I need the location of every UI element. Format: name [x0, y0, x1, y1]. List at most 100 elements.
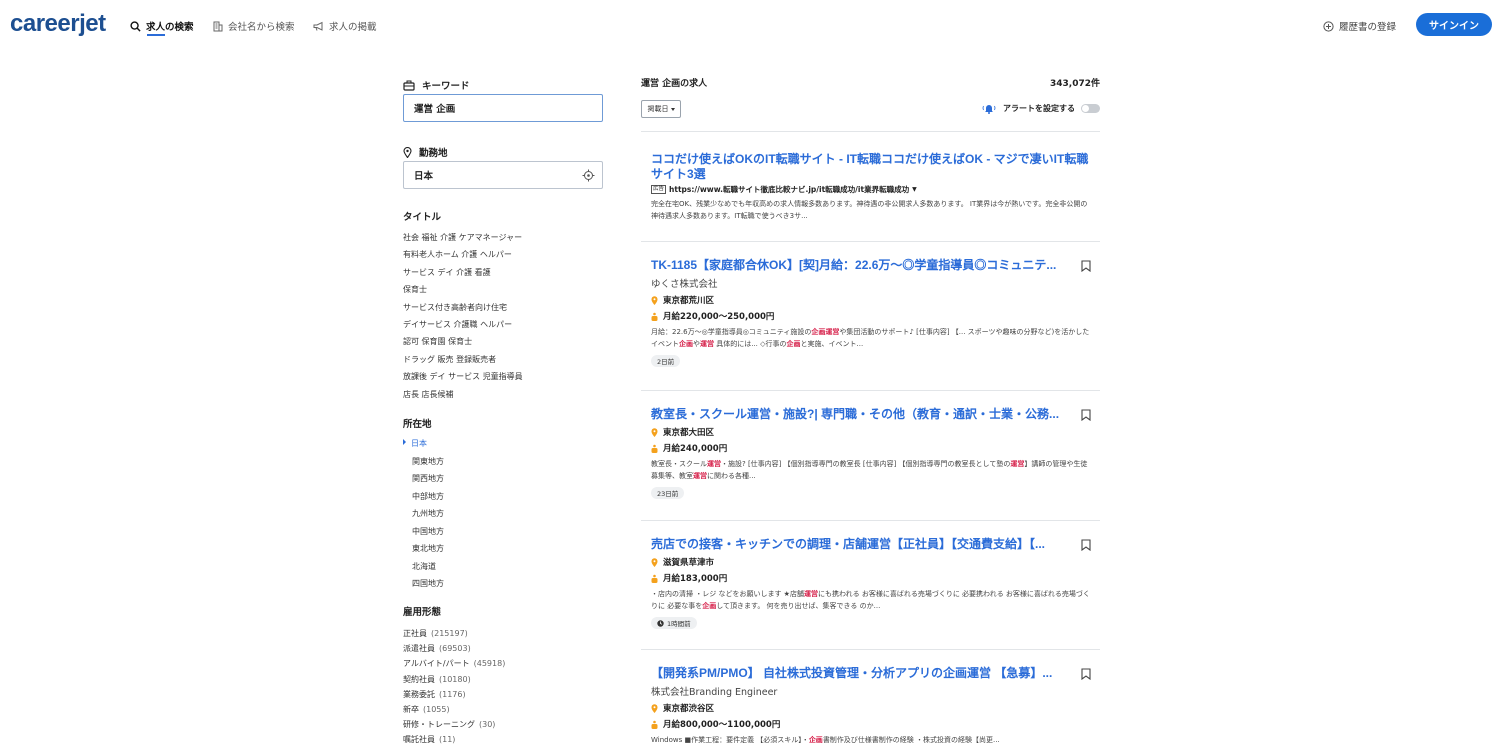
bookmark-icon[interactable] — [1081, 409, 1091, 421]
job-location-text: 東京都渋谷区 — [663, 704, 715, 714]
title-filter-item[interactable]: 認可 保育園 保育士 — [403, 336, 523, 353]
ad-card[interactable]: ココだけ使えばOKのIT転職サイト - IT転職ココだけ使えばOK - マジで凄… — [651, 152, 1091, 222]
money-bag-icon — [651, 312, 658, 321]
bookmark-icon[interactable] — [1081, 539, 1091, 551]
description-text: 教室長・スクール — [651, 460, 707, 468]
location-filter-item[interactable]: 中部地方 — [403, 491, 444, 509]
location-filter-current-label: 日本 — [411, 439, 427, 448]
employment-type-item[interactable]: 研修・トレーニング (30) — [403, 719, 505, 734]
job-location: 東京都大田区 — [651, 426, 1091, 438]
title-filter-item[interactable]: 保育士 — [403, 284, 523, 301]
ad-description: 完全在宅OK、残業少なめでも年収高めの求人情報多数あります。神待遇の非公開求人多… — [651, 200, 1088, 220]
nav-company-search[interactable]: 会社名から検索 — [213, 18, 295, 34]
location-pin-icon — [651, 703, 658, 713]
location-filter-item[interactable]: 北海道 — [403, 561, 444, 579]
location-label: 勤務地 — [403, 145, 448, 159]
title-filter-item[interactable]: サービス付き高齢者向け住宅 — [403, 302, 523, 319]
ad-url-row[interactable]: 広告 https://www.転職サイト徹底比較ナビ.jp/it転職成功/it業… — [651, 184, 1091, 195]
title-filter-heading: タイトル — [403, 212, 442, 223]
locate-me-icon[interactable] — [582, 169, 595, 182]
employment-type-item[interactable]: 正社員 (215197) — [403, 628, 505, 643]
location-input-value: 日本 — [414, 171, 434, 182]
bookmark-icon[interactable] — [1081, 260, 1091, 272]
location-filter-item[interactable]: 九州地方 — [403, 508, 444, 526]
employment-type-item[interactable]: 新卒 (1055) — [403, 704, 505, 719]
location-filter-heading: 所在地 — [403, 419, 432, 430]
resume-register-label: 履歴書の登録 — [1339, 22, 1397, 33]
job-location-text: 東京都大田区 — [663, 428, 715, 438]
location-filter-item[interactable]: 関西地方 — [403, 473, 444, 491]
bell-icon — [982, 105, 996, 114]
job-alert-toggle[interactable] — [1081, 104, 1100, 113]
employment-type-count: (1176) — [439, 689, 466, 699]
keyword-highlight: 運営 — [693, 472, 707, 480]
location-filter-item[interactable]: 中国地方 — [403, 526, 444, 544]
nav-job-search-label: 求人の検索 — [146, 22, 194, 33]
company-name: ゆくさ株式会社 — [651, 279, 718, 290]
job-card[interactable]: 売店での接客・キッチンでの調理・店舗運営【正社員】【交通費支給】【... 滋賀県… — [651, 537, 1091, 630]
location-filter-item[interactable]: 東北地方 — [403, 543, 444, 561]
megaphone-icon — [313, 21, 323, 31]
description-text: 具体的には... ◇行事の — [714, 340, 787, 348]
title-filter-item[interactable]: サービス デイ 介護 看護 — [403, 267, 523, 284]
location-input[interactable]: 日本 — [403, 161, 603, 189]
job-salary: 月給220,000～250,000円 — [651, 310, 1091, 322]
employment-type-item[interactable]: 嘱託社員 (11) — [403, 734, 505, 749]
keyword-highlight: 企画 — [786, 340, 801, 348]
location-pin-icon — [651, 557, 658, 567]
title-filter-list: 社会 福祉 介護 ケアマネージャー 有料老人ホーム 介護 ヘルパー サービス デ… — [403, 232, 523, 406]
title-filter-item[interactable]: 店長 店長候補 — [403, 389, 523, 406]
signin-button[interactable]: サインイン — [1416, 13, 1492, 36]
job-salary-text: 月給183,000円 — [663, 574, 728, 584]
location-pin-icon — [403, 146, 412, 158]
sort-dropdown-label: 掲載日 — [647, 105, 669, 113]
careerjet-logo[interactable]: careerjet — [10, 10, 106, 38]
keyword-highlight: 運営 — [700, 340, 714, 348]
bookmark-icon[interactable] — [1081, 668, 1091, 680]
title-filter-item[interactable]: 放課後 デイ サービス 児童指導員 — [403, 371, 523, 388]
employment-type-item[interactable]: アルバイト/パート (45918) — [403, 658, 505, 673]
job-title[interactable]: 教室長・スクール運営・施設?| 専門職・その他（教育・通訳・士業・公務... — [651, 407, 1061, 422]
job-location-text: 東京都荒川区 — [663, 296, 715, 306]
divider — [641, 241, 1100, 242]
job-card[interactable]: TK-1185【家庭都合休OK】[契]月給：22.6万～◎学童指導員◎コミュニテ… — [651, 258, 1091, 367]
title-filter-item[interactable]: デイサービス 介護職 ヘルパー — [403, 319, 523, 336]
title-filter-item[interactable]: 社会 福祉 介護 ケアマネージャー — [403, 232, 523, 249]
employment-type-label: 業務委託 — [403, 689, 435, 699]
divider — [641, 131, 1100, 132]
job-salary-text: 月給240,000円 — [663, 444, 728, 454]
location-filter-current[interactable]: 日本 — [403, 438, 444, 456]
employment-type-count: (1055) — [423, 704, 450, 714]
location-filter-item[interactable]: 関東地方 — [403, 456, 444, 474]
job-card[interactable]: 教室長・スクール運営・施設?| 専門職・その他（教育・通訳・士業・公務... 東… — [651, 407, 1091, 499]
keyword-highlight: 運営 — [1010, 460, 1025, 468]
employment-type-count: (215197) — [431, 629, 468, 638]
resume-register-link[interactable]: 履歴書の登録 — [1323, 18, 1396, 34]
posted-age-badge: 1時間前 — [651, 617, 697, 629]
employment-type-item[interactable]: 業務委託 (1176) — [403, 689, 505, 704]
ad-url: https://www.転職サイト徹底比較ナビ.jp/it転職成功/it業界転職… — [669, 185, 910, 194]
ad-title[interactable]: ココだけ使えばOKのIT転職サイト - IT転職ココだけ使えばOK - マジで凄… — [651, 152, 1091, 182]
job-alert-control[interactable]: アラートを設定する — [981, 103, 1100, 114]
job-title[interactable]: 売店での接客・キッチンでの調理・店舗運営【正社員】【交通費支給】【... — [651, 537, 1061, 552]
location-filter-item[interactable]: 四国地方 — [403, 578, 444, 596]
employment-type-item[interactable]: 契約社員 (10180) — [403, 674, 505, 689]
job-card[interactable]: 【開発系PM/PMO】 自社株式投資管理・分析アプリの企画運営 【急募】... … — [651, 666, 1091, 746]
employment-type-item[interactable]: 派遣社員 (69503) — [403, 643, 505, 658]
job-title[interactable]: 【開発系PM/PMO】 自社株式投資管理・分析アプリの企画運営 【急募】... — [651, 666, 1061, 681]
posted-age-text: 2日前 — [657, 358, 675, 366]
clock-icon — [657, 619, 664, 627]
title-filter-item[interactable]: ドラッグ 販売 登録販売者 — [403, 354, 523, 371]
company-name: 株式会社Branding Engineer — [651, 687, 778, 698]
sort-dropdown[interactable]: 掲載日 — [641, 100, 681, 118]
nav-post-job[interactable]: 求人の掲載 — [313, 18, 377, 34]
title-filter-item[interactable]: 有料老人ホーム 介護 ヘルパー — [403, 249, 523, 266]
active-nav-underline — [147, 34, 165, 36]
job-title[interactable]: TK-1185【家庭都合休OK】[契]月給：22.6万～◎学童指導員◎コミュニテ… — [651, 258, 1061, 273]
employment-type-label: 契約社員 — [403, 674, 435, 684]
keyword-input[interactable]: 運営 企画 — [403, 94, 603, 122]
nav-job-search[interactable]: 求人の検索 — [130, 18, 194, 34]
location-pin-icon — [651, 295, 658, 305]
nav-company-search-label: 会社名から検索 — [228, 22, 295, 33]
job-description: 教室長・スクール運営・施設? [仕事内容] 【個別指導専門の教室長 [仕事内容]… — [651, 458, 1091, 482]
